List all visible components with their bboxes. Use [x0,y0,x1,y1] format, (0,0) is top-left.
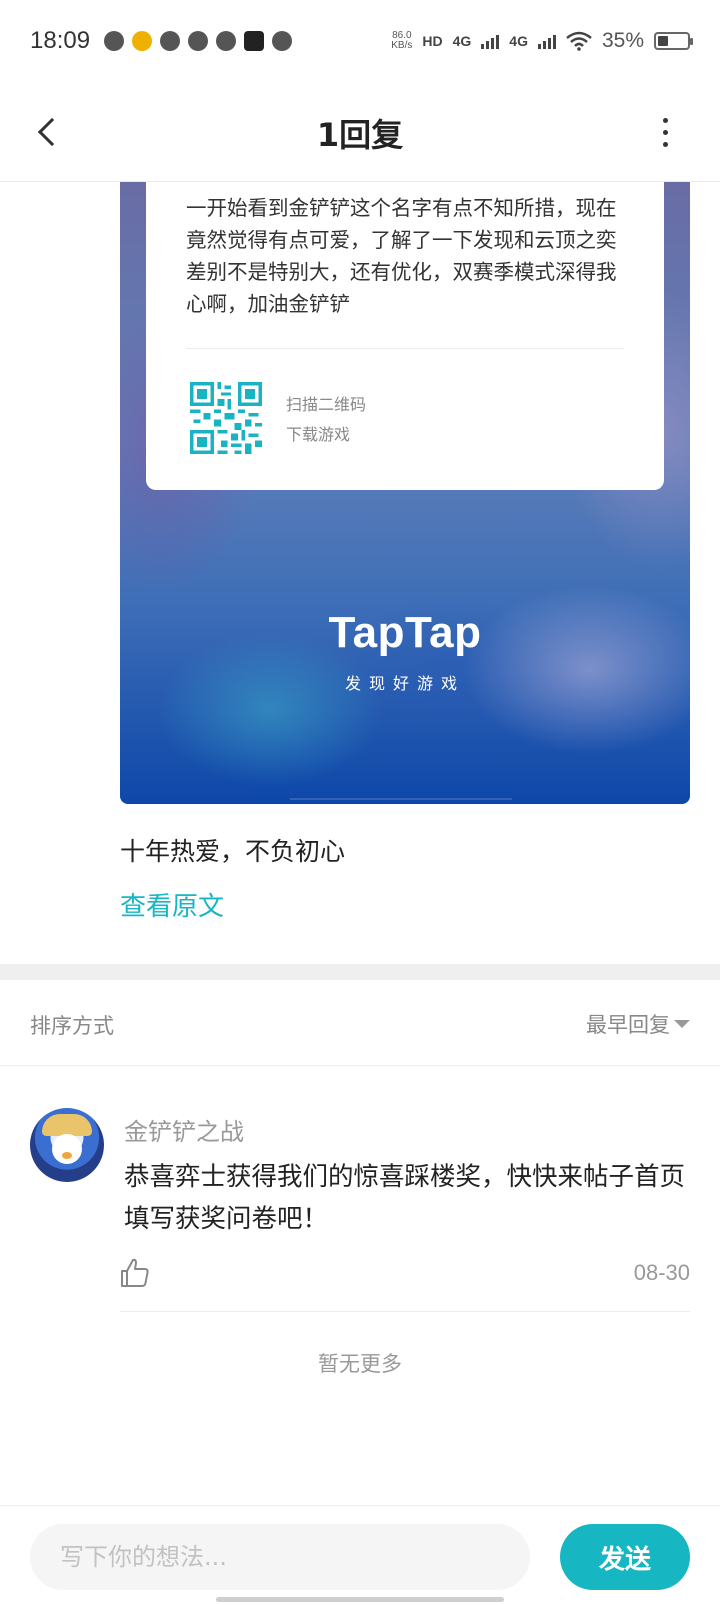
reply-author[interactable]: 金铲铲之战 [124,1112,244,1147]
review-card: 一开始看到金铲铲这个名字有点不知所措，现在竟然觉得有点可爱，了解了一下发现和云顶… [146,150,664,490]
section-divider [0,964,720,980]
signal-bars-icon [481,33,500,49]
shared-review-image[interactable]: 一开始看到金铲铲这个名字有点不知所措，现在竟然觉得有点可爱，了解了一下发现和云顶… [120,150,690,804]
battery-icon [654,32,693,50]
more-vertical-icon-dot [662,141,668,147]
notification-icons [104,31,293,51]
taptap-slogan: 发现好游戏 [344,674,465,693]
thumbs-up-icon[interactable] [118,1256,152,1290]
status-bar: 18:09 86.0 KB/s HD 4G 4G 35% [0,0,720,82]
sort-dropdown[interactable]: 最早回复 [586,1009,670,1039]
taptap-logo: TapTap [328,608,482,657]
more-options-button[interactable] [650,112,680,152]
app-icon [216,31,237,51]
jovi-icon [272,31,293,51]
home-indicator[interactable] [216,1597,504,1602]
reply-divider [120,1311,690,1312]
reply-text: 恭喜弈士获得我们的惊喜踩楼奖，快快来帖子首页填写获奖问卷吧！ [124,1162,686,1234]
post-text: 十年热爱，不负初心 [120,837,346,866]
image-divider [290,798,512,800]
view-original-link[interactable]: 查看原文 [120,886,224,923]
caret-down-icon[interactable] [674,1020,690,1028]
status-time: 18:09 [30,27,91,54]
qr-caption-line1: 扫描二维码 [286,395,367,414]
card-divider [186,348,624,349]
status-right: 86.0 KB/s HD 4G 4G 35% [391,29,693,53]
reply-item: 金铲铲之战 恭喜弈士获得我们的惊喜踩楼奖，快快来帖子首页填写获奖问卷吧！ 08-… [0,1100,720,1312]
network-speed-unit: KB/s [391,40,413,51]
comment-composer: 发送 [0,1505,720,1605]
review-text: 一开始看到金铲铲这个名字有点不知所措，现在竟然觉得有点可爱，了解了一下发现和云顶… [186,196,617,316]
game-app-icon [244,31,265,51]
sort-row: 排序方式 最早回复 [0,980,720,1066]
avatar-beak [62,1152,72,1159]
app-notification-icon [132,31,153,51]
reply-date: 08-30 [633,1260,690,1285]
wechat-icon [188,31,209,51]
comment-input[interactable] [30,1524,530,1590]
more-vertical-icon-dot [662,129,668,135]
wifi-icon [566,31,592,51]
reply-page: 18:09 86.0 KB/s HD 4G 4G 35% 一开始看到金铲铲这个名… [0,0,720,1605]
message-icon [160,31,181,51]
missed-call-icon [104,31,125,51]
signal-4g-label-1: 4G [452,33,472,49]
avatar-helmet [42,1114,92,1136]
no-more-text: 暂无更多 [318,1352,402,1376]
qr-code-icon [190,382,262,454]
avatar[interactable] [30,1108,104,1182]
page-title: 1回复 [316,116,404,154]
title-bar: 1回复 [0,82,720,182]
sort-label: 排序方式 [30,1014,114,1038]
send-button[interactable]: 发送 [560,1524,690,1590]
battery-percent: 35% [601,29,644,52]
more-vertical-icon-dot [662,117,668,123]
avatar-face [52,1134,82,1164]
network-speed: 86.0 KB/s [391,31,412,51]
signal-bars-icon [537,33,556,49]
qr-caption-line2: 下载游戏 [286,425,351,444]
signal-4g-label-2: 4G [509,33,528,49]
qr-caption: 扫描二维码 下载游戏 [286,390,366,450]
hd-icon: HD [422,33,443,49]
